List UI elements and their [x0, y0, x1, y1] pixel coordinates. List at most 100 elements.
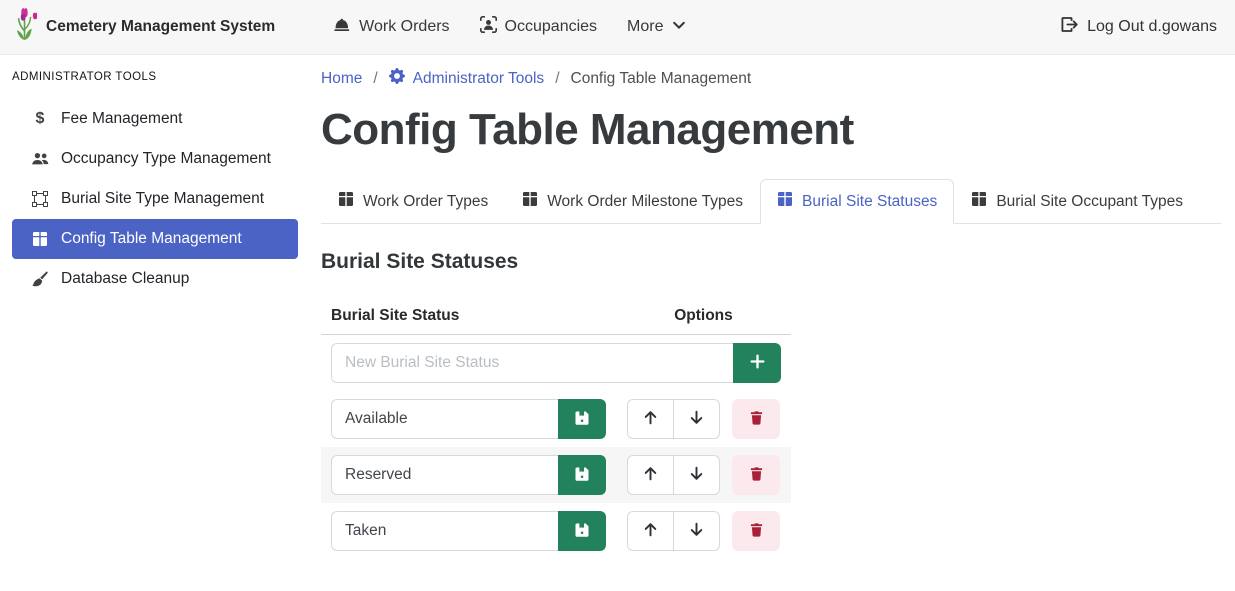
table-icon — [30, 231, 50, 247]
nav-more[interactable]: More — [627, 18, 685, 37]
move-up-button[interactable] — [627, 511, 674, 551]
row-options — [626, 455, 781, 495]
save-status-button[interactable] — [558, 511, 606, 551]
status-input-group — [331, 399, 606, 439]
column-header-options: Options — [616, 298, 791, 335]
burial-site-status-table: Burial Site Status Options — [321, 298, 791, 559]
top-navbar: Cemetery Management System Work Orders O… — [0, 0, 1235, 55]
broom-icon — [30, 271, 50, 287]
move-up-button[interactable] — [627, 455, 674, 495]
column-header-status: Burial Site Status — [321, 298, 616, 335]
sidebar-item-fee-management[interactable]: $ Fee Management — [12, 99, 298, 139]
tab-label: Burial Site Occupant Types — [996, 193, 1183, 211]
new-status-input[interactable] — [331, 343, 733, 383]
breadcrumb-admin-tools-label: Administrator Tools — [413, 70, 545, 88]
trash-icon — [749, 466, 764, 485]
tab-work-order-milestone-types[interactable]: Work Order Milestone Types — [505, 179, 760, 224]
sidebar-item-label: Burial Site Type Management — [61, 190, 264, 208]
bounding-box-icon — [30, 191, 50, 207]
delete-status-button[interactable] — [732, 511, 780, 551]
arrow-down-icon — [688, 521, 705, 541]
nav-work-orders[interactable]: Work Orders — [333, 17, 449, 38]
table-header-row: Burial Site Status Options — [321, 298, 791, 335]
sidebar-item-config-table-management[interactable]: Config Table Management — [12, 219, 298, 259]
status-input[interactable] — [331, 399, 558, 439]
sidebar-item-label: Database Cleanup — [61, 270, 189, 288]
delete-status-button[interactable] — [732, 399, 780, 439]
row-options — [626, 399, 781, 439]
brand[interactable]: Cemetery Management System — [12, 8, 275, 46]
table-icon — [522, 191, 538, 212]
tulips-logo-icon — [12, 8, 37, 46]
save-status-button[interactable] — [558, 399, 606, 439]
nav-link-label: Work Orders — [359, 18, 449, 36]
arrow-up-icon — [642, 465, 659, 485]
tab-work-order-types[interactable]: Work Order Types — [321, 179, 505, 224]
status-input-group — [331, 511, 606, 551]
move-up-button[interactable] — [627, 399, 674, 439]
tab-label: Work Order Milestone Types — [547, 193, 743, 211]
new-status-row — [321, 335, 791, 392]
sidebar-item-label: Config Table Management — [61, 230, 242, 248]
status-row — [321, 447, 791, 503]
tab-label: Burial Site Statuses — [802, 193, 937, 211]
page-title: Config Table Management — [321, 105, 1221, 155]
save-status-button[interactable] — [558, 455, 606, 495]
nav-link-label: More — [627, 18, 663, 36]
main-content: Home / Administrator Tools / Config Tabl… — [310, 55, 1235, 591]
arrow-down-icon — [688, 409, 705, 429]
tab-burial-site-statuses[interactable]: Burial Site Statuses — [760, 179, 954, 224]
person-bounding-box-icon — [480, 16, 497, 38]
people-icon — [30, 152, 50, 167]
status-input-group — [331, 455, 606, 495]
nav-occupancies[interactable]: Occupancies — [480, 16, 598, 38]
move-down-button[interactable] — [673, 511, 720, 551]
breadcrumb-home-link[interactable]: Home — [321, 70, 362, 88]
hard-hat-icon — [333, 17, 351, 38]
sidebar-item-occupancy-type-management[interactable]: Occupancy Type Management — [12, 139, 298, 179]
row-options — [626, 511, 781, 551]
gear-icon — [389, 68, 405, 89]
breadcrumb-admin-tools-link[interactable]: Administrator Tools — [389, 68, 545, 89]
sidebar-item-label: Occupancy Type Management — [61, 150, 271, 168]
save-icon — [574, 410, 590, 429]
add-status-button[interactable] — [733, 343, 781, 383]
sidebar-heading: Administrator Tools — [12, 71, 298, 83]
reorder-button-group — [627, 399, 720, 439]
sidebar-item-burial-site-type-management[interactable]: Burial Site Type Management — [12, 179, 298, 219]
logout-button[interactable]: Log Out d.gowans — [1060, 16, 1217, 38]
breadcrumb-divider: / — [373, 70, 377, 88]
chevron-down-icon — [672, 18, 686, 37]
section-heading: Burial Site Statuses — [321, 250, 1221, 274]
status-input[interactable] — [331, 511, 558, 551]
logout-label: Log Out d.gowans — [1087, 18, 1217, 36]
tab-bar: Work Order Types Work Order Milestone Ty… — [321, 179, 1221, 224]
table-icon — [777, 191, 793, 212]
move-down-button[interactable] — [673, 399, 720, 439]
sidebar-item-label: Fee Management — [61, 110, 183, 128]
arrow-up-icon — [642, 521, 659, 541]
trash-icon — [749, 410, 764, 429]
sidebar: Administrator Tools $ Fee Management Occ… — [0, 55, 310, 591]
reorder-button-group — [627, 455, 720, 495]
plus-icon — [749, 353, 766, 373]
save-icon — [574, 522, 590, 541]
breadcrumb-divider: / — [555, 70, 559, 88]
tab-burial-site-occupant-types[interactable]: Burial Site Occupant Types — [954, 179, 1200, 224]
table-icon — [338, 191, 354, 212]
reorder-button-group — [627, 511, 720, 551]
status-input[interactable] — [331, 455, 558, 495]
breadcrumb-current: Config Table Management — [571, 70, 752, 88]
new-status-input-group — [331, 343, 781, 383]
arrow-down-icon — [688, 465, 705, 485]
status-row — [321, 391, 791, 447]
breadcrumb: Home / Administrator Tools / Config Tabl… — [321, 68, 1221, 89]
delete-status-button[interactable] — [732, 455, 780, 495]
box-arrow-right-icon — [1060, 16, 1078, 38]
status-row — [321, 503, 791, 559]
move-down-button[interactable] — [673, 455, 720, 495]
sidebar-item-database-cleanup[interactable]: Database Cleanup — [12, 259, 298, 299]
trash-icon — [749, 522, 764, 541]
dollar-icon: $ — [30, 111, 50, 127]
table-icon — [971, 191, 987, 212]
